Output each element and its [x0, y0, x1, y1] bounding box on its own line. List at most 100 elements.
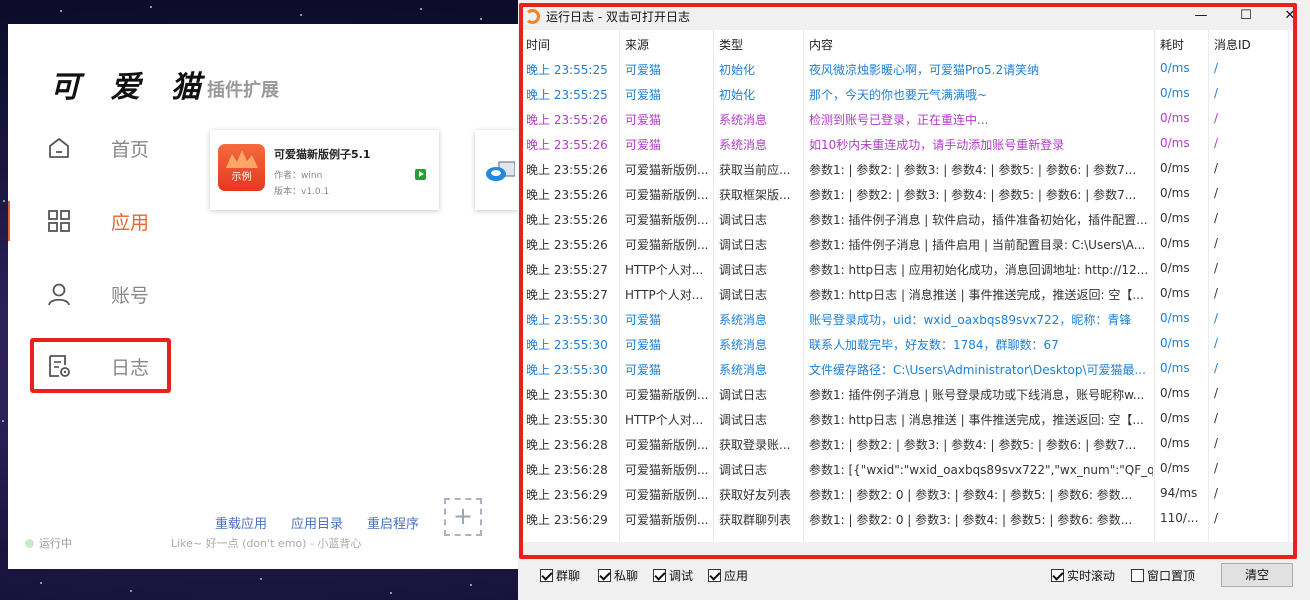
filter-debug-checkbox[interactable]: 调试	[653, 567, 693, 584]
log-cell-time: 晚上 23:56:28	[526, 438, 608, 452]
log-window-titlebar: 运行日志 - 双击可打开日志	[525, 6, 690, 26]
log-cell-cost: 0/ms	[1160, 311, 1190, 325]
log-row[interactable]: 晚上 23:55:26 可爱猫新版例... 获取框架版... 参数1: | 参数2: …	[522, 181, 1296, 206]
user-icon	[48, 283, 70, 306]
log-cell-cost: 0/ms	[1160, 386, 1190, 400]
checkbox-group[interactable]	[540, 569, 553, 582]
log-cell-cost: 0/ms	[1160, 411, 1190, 425]
log-cell-message-id: /	[1214, 336, 1219, 350]
nav-item-home[interactable]: 首页	[8, 123, 198, 173]
log-cell-source: 可爱猫新版例...	[625, 488, 709, 502]
log-cell-cost: 0/ms	[1160, 211, 1190, 225]
log-row[interactable]: 晚上 23:55:25 可爱猫 初始化 那个，今天的你也要元气满满哦~ 0/ms /	[522, 81, 1296, 106]
apps-directory-link[interactable]: 应用目录	[291, 513, 343, 532]
column-header-type[interactable]: 类型	[719, 36, 743, 53]
log-cell-type: 系统消息	[719, 313, 768, 327]
log-row[interactable]: 晚上 23:55:26 可爱猫新版例... 调试日志 参数1: 插件例子消息 | 软件…	[522, 206, 1296, 231]
log-cell-type: 获取群聊列表	[719, 513, 792, 527]
log-row[interactable]: 晚上 23:55:26 可爱猫新版例... 调试日志 参数1: 插件例子消息 | 插件…	[522, 231, 1296, 256]
log-cell-time: 晚上 23:55:26	[526, 213, 608, 227]
auto-scroll-checkbox[interactable]: 实时滚动	[1051, 567, 1115, 584]
log-row[interactable]: 晚上 23:55:25 可爱猫 初始化 夜风微凉烛影暖心啊，可爱猫Pro5.2请笑纳 0…	[522, 56, 1296, 81]
log-cell-source: 可爱猫	[625, 313, 662, 327]
column-header-cost[interactable]: 耗时	[1160, 36, 1184, 53]
log-cell-type: 调试日志	[719, 463, 768, 477]
log-cell-time: 晚上 23:55:30	[526, 313, 608, 327]
log-cell-message-id: /	[1214, 161, 1219, 175]
log-cell-content: 那个，今天的你也要元气满满哦~	[809, 88, 988, 102]
column-header-content[interactable]: 内容	[809, 36, 833, 53]
log-cell-type: 调试日志	[719, 213, 768, 227]
close-icon[interactable]: ✕	[1280, 6, 1300, 26]
log-cell-message-id: /	[1214, 286, 1219, 300]
log-cell-time: 晚上 23:55:25	[526, 63, 608, 77]
log-cell-source: HTTP个人对...	[625, 263, 704, 277]
log-cell-cost: 0/ms	[1160, 136, 1190, 150]
plugin-thumbnail: 示例	[218, 144, 265, 191]
section-title: 插件扩展	[207, 80, 279, 101]
nav-label-home: 首页	[111, 138, 150, 161]
log-row[interactable]: 晚上 23:56:28 可爱猫新版例... 调试日志 参数1: [{"wxid":"w…	[522, 456, 1296, 481]
nav-item-apps[interactable]: 应用	[8, 196, 198, 246]
log-row[interactable]: 晚上 23:55:30 可爱猫 系统消息 账号登录成功，uid：wxid_oaxbqs…	[522, 306, 1296, 331]
log-cell-content: 参数1: | 参数2: 0 | 参数3: | 参数4: | 参数5: | 参数6…	[809, 488, 1133, 502]
main-app-window: 可 爱 猫 插件扩展 首页 应用 账号 日志 示例 可爱猫新版例子5.1 作者：…	[8, 24, 518, 569]
log-cell-content: 参数1: http日志 | 消息推送 | 事件推送完成，推送返回: 空【...	[809, 413, 1144, 427]
filter-app-checkbox[interactable]: 应用	[708, 567, 748, 584]
reload-apps-link[interactable]: 重载应用	[215, 513, 267, 532]
always-on-top-checkbox[interactable]: 窗口置顶	[1131, 567, 1195, 584]
maximize-icon[interactable]: ☐	[1236, 6, 1256, 26]
clear-log-button[interactable]: 清空	[1221, 563, 1293, 587]
filter-group-checkbox[interactable]: 群聊	[540, 567, 580, 584]
checkbox-private[interactable]	[598, 569, 611, 582]
log-cell-type: 初始化	[719, 63, 756, 77]
column-header-source[interactable]: 来源	[625, 36, 649, 53]
plugin-card[interactable]: 示例 可爱猫新版例子5.1 作者：winn 版本：v1.0.1	[210, 130, 439, 210]
log-cell-message-id: /	[1214, 136, 1219, 150]
log-cell-source: 可爱猫	[625, 338, 662, 352]
column-header-time[interactable]: 时间	[526, 36, 550, 53]
column-header-message-id[interactable]: 消息ID	[1214, 36, 1251, 53]
status-text: 运行中	[39, 537, 72, 550]
restart-program-link[interactable]: 重启程序	[367, 513, 419, 532]
log-cell-time: 晚上 23:55:30	[526, 413, 608, 427]
plugin-name: 可爱猫新版例子5.1	[274, 148, 371, 161]
plugin-thumb-tag: 示例	[231, 172, 252, 183]
checkbox-debug[interactable]	[653, 569, 666, 582]
log-cell-time: 晚上 23:55:30	[526, 363, 608, 377]
checkbox-app[interactable]	[708, 569, 721, 582]
log-row[interactable]: 晚上 23:55:30 可爱猫 系统消息 文件缓存路径：C:\Users\Admini…	[522, 356, 1296, 381]
nav-item-account[interactable]: 账号	[8, 269, 198, 319]
log-row[interactable]: 晚上 23:56:28 可爱猫新版例... 获取登录账... 参数1: | 参数2: …	[522, 431, 1296, 456]
log-cell-message-id: /	[1214, 486, 1219, 500]
log-row[interactable]: 晚上 23:55:26 可爱猫 系统消息 如10秒内未重连成功，请手动添加账号重新登录…	[522, 131, 1296, 156]
log-table-header: 时间 来源 类型 内容 耗时 消息ID	[522, 30, 1296, 56]
log-row[interactable]: 晚上 23:56:29 可爱猫新版例... 获取好友列表 参数1: | 参数2: 0 …	[522, 481, 1296, 506]
plugin-card-partial[interactable]	[475, 130, 518, 210]
checkbox-auto-scroll[interactable]	[1051, 569, 1064, 582]
checkbox-always-on-top[interactable]	[1131, 569, 1144, 582]
minimize-icon[interactable]: —	[1191, 6, 1211, 26]
log-row[interactable]: 晚上 23:55:30 HTTP个人对... 调试日志 参数1: http日志 | 消…	[522, 406, 1296, 431]
log-cell-message-id: /	[1214, 86, 1219, 100]
add-plugin-button[interactable]: +	[444, 498, 482, 536]
log-row[interactable]: 晚上 23:55:30 可爱猫新版例... 调试日志 参数1: 插件例子消息 | 账号…	[522, 381, 1296, 406]
log-row[interactable]: 晚上 23:55:30 可爱猫 系统消息 联系人加载完毕，好友数：1784，群聊数：6…	[522, 331, 1296, 356]
log-cell-source: 可爱猫新版例...	[625, 163, 709, 177]
plugin-run-icon[interactable]	[415, 169, 426, 180]
log-row[interactable]: 晚上 23:55:27 HTTP个人对... 调试日志 参数1: http日志 | 应…	[522, 256, 1296, 281]
log-row[interactable]: 晚上 23:55:26 可爱猫新版例... 获取当前应... 参数1: | 参数2: …	[522, 156, 1296, 181]
nav-label-apps: 应用	[111, 211, 150, 234]
log-cell-type: 获取登录账...	[719, 438, 791, 452]
app-logo-icon	[525, 8, 540, 24]
log-row[interactable]: 晚上 23:55:27 HTTP个人对... 调试日志 参数1: http日志 | 消…	[522, 281, 1296, 306]
filter-private-checkbox[interactable]: 私聊	[598, 567, 638, 584]
log-row[interactable]: 晚上 23:56:29 可爱猫新版例... 获取群聊列表 参数1: | 参数2: 0 …	[522, 506, 1296, 531]
log-cell-cost: 0/ms	[1160, 361, 1190, 375]
log-cell-content: 如10秒内未重连成功，请手动添加账号重新登录	[809, 138, 1065, 152]
log-table[interactable]: 时间 来源 类型 内容 耗时 消息ID 晚上 23:55:25 可爱猫 初始化 夜风微…	[522, 30, 1296, 542]
log-row[interactable]: 晚上 23:55:26 可爱猫 系统消息 检测到账号已登录，正在重连中... 0/ms /	[522, 106, 1296, 131]
log-cell-source: 可爱猫	[625, 113, 662, 127]
log-window: 运行日志 - 双击可打开日志 — ☐ ✕ 时间 来源 类型 内容 耗时 消息ID…	[518, 0, 1310, 600]
log-cell-content: 参数1: http日志 | 消息推送 | 事件推送完成，推送返回: 空【...	[809, 288, 1144, 302]
